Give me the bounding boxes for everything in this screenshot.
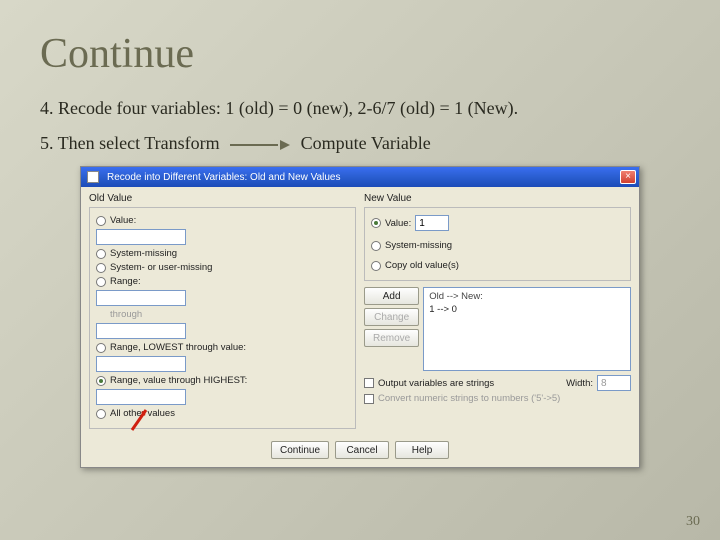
slide-text-line2: 5. Then select Transform Compute Variabl… bbox=[40, 131, 680, 156]
label-old-value: Value: bbox=[110, 215, 136, 226]
input-range-highest[interactable] bbox=[96, 389, 186, 405]
label-sys-user-missing: System- or user-missing bbox=[110, 262, 212, 273]
label-new-value: Value: bbox=[385, 218, 411, 229]
change-button[interactable]: Change bbox=[364, 308, 419, 326]
label-range-lowest: Range, LOWEST through value: bbox=[110, 342, 246, 353]
label-new-sys-missing: System-missing bbox=[385, 240, 452, 251]
radio-all-other[interactable] bbox=[96, 409, 106, 419]
slide-text-line1: 4. Recode four variables: 1 (old) = 0 (n… bbox=[40, 96, 680, 121]
mapping-heading: Old --> New: bbox=[429, 291, 625, 302]
new-value-panel: New Value Value: System-missing Copy old… bbox=[364, 193, 631, 429]
app-icon bbox=[87, 171, 99, 183]
dialog-titlebar[interactable]: Recode into Different Variables: Old and… bbox=[81, 167, 639, 187]
radio-sys-missing[interactable] bbox=[96, 249, 106, 259]
input-width[interactable] bbox=[597, 375, 631, 391]
continue-button[interactable]: Continue bbox=[271, 441, 329, 459]
old-value-panel: Old Value Value: System-missing System- … bbox=[89, 193, 356, 429]
slide-text-line2-right: Compute Variable bbox=[301, 133, 431, 153]
label-copy-old: Copy old value(s) bbox=[385, 260, 459, 271]
checkbox-convert-numeric[interactable] bbox=[364, 394, 374, 404]
slide-title: Continue bbox=[40, 30, 680, 78]
input-range-lowest[interactable] bbox=[96, 356, 186, 372]
dialog-title: Recode into Different Variables: Old and… bbox=[107, 172, 340, 183]
label-range: Range: bbox=[110, 276, 141, 287]
add-button[interactable]: Add bbox=[364, 287, 419, 305]
new-value-heading: New Value bbox=[364, 193, 631, 204]
radio-new-sys-missing[interactable] bbox=[371, 241, 381, 251]
radio-old-value[interactable] bbox=[96, 216, 106, 226]
label-sys-missing: System-missing bbox=[110, 248, 177, 259]
label-output-strings: Output variables are strings bbox=[378, 378, 494, 389]
radio-range[interactable] bbox=[96, 277, 106, 287]
slide-text-line2-left: 5. Then select Transform bbox=[40, 133, 220, 153]
input-old-value[interactable] bbox=[96, 229, 186, 245]
cancel-button[interactable]: Cancel bbox=[335, 441, 389, 459]
mapping-entry[interactable]: 1 --> 0 bbox=[429, 304, 625, 315]
mapping-list[interactable]: Old --> New: 1 --> 0 bbox=[423, 287, 631, 371]
input-new-value[interactable] bbox=[415, 215, 449, 231]
remove-button[interactable]: Remove bbox=[364, 329, 419, 347]
radio-range-lowest[interactable] bbox=[96, 343, 106, 353]
recode-dialog: Recode into Different Variables: Old and… bbox=[80, 166, 640, 468]
radio-range-highest[interactable] bbox=[96, 376, 106, 386]
label-through: through bbox=[110, 309, 142, 320]
radio-sys-user-missing[interactable] bbox=[96, 263, 106, 273]
label-all-other: All other values bbox=[110, 408, 175, 419]
radio-copy-old[interactable] bbox=[371, 261, 381, 271]
label-width: Width: bbox=[566, 378, 593, 389]
label-range-highest: Range, value through HIGHEST: bbox=[110, 375, 247, 386]
input-range-to[interactable] bbox=[96, 323, 186, 339]
old-value-heading: Old Value bbox=[89, 193, 356, 204]
close-button[interactable]: × bbox=[620, 170, 636, 184]
input-range-from[interactable] bbox=[96, 290, 186, 306]
help-button[interactable]: Help bbox=[395, 441, 449, 459]
page-number: 30 bbox=[686, 514, 700, 530]
label-convert-numeric: Convert numeric strings to numbers ('5'-… bbox=[378, 393, 560, 404]
arrow-right-icon bbox=[230, 140, 290, 150]
checkbox-output-strings[interactable] bbox=[364, 378, 374, 388]
radio-new-value[interactable] bbox=[371, 218, 381, 228]
